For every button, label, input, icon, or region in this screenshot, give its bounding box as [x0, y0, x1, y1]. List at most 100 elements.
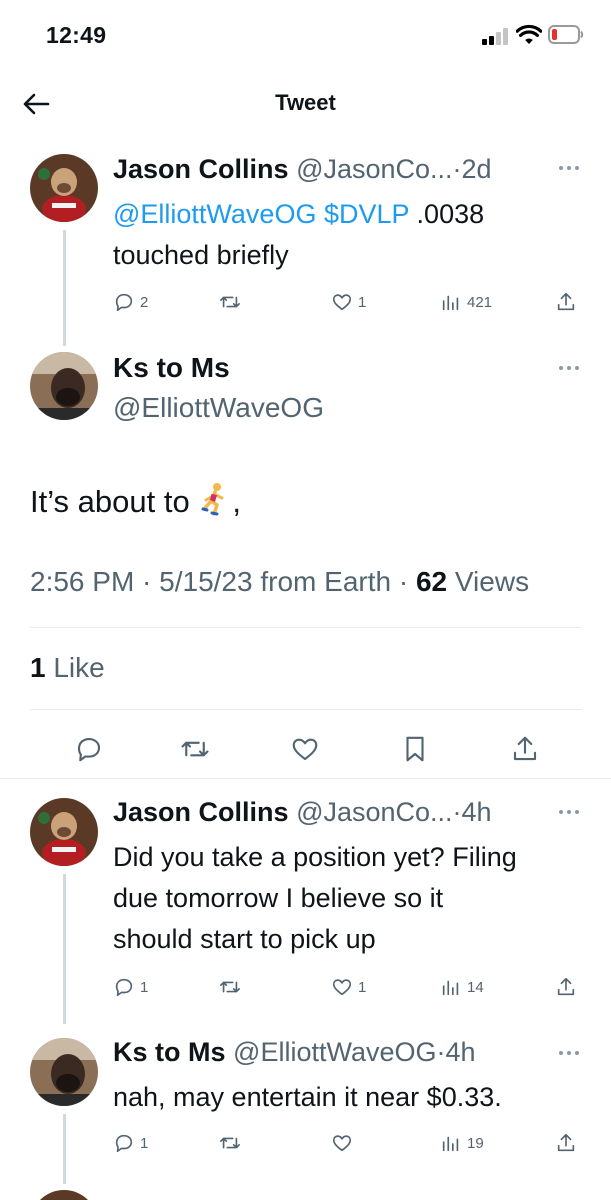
- more-icon[interactable]: [557, 1049, 581, 1057]
- reply-button[interactable]: 1: [113, 1130, 148, 1156]
- more-icon[interactable]: [557, 364, 581, 372]
- reply-button[interactable]: 2: [113, 289, 148, 315]
- retweet-icon: [181, 741, 209, 757]
- likes-label: Like: [45, 652, 105, 683]
- bookmark-icon: [406, 736, 424, 762]
- tweet-text-line2: touched briefly: [113, 240, 289, 270]
- runner-emoji: [201, 483, 224, 516]
- thread-line: [63, 1114, 66, 1184]
- views-count: 14: [467, 978, 484, 996]
- author-name[interactable]: Ks to Ms: [113, 1037, 226, 1067]
- retweet-button[interactable]: [219, 1130, 241, 1156]
- avatar[interactable]: [30, 1190, 98, 1200]
- like-count: 1: [358, 293, 367, 311]
- author-handle[interactable]: @ElliottWaveOG·4h: [233, 1037, 475, 1067]
- views-count: 62: [415, 566, 448, 597]
- tweet-author-line: Ks to Ms @ElliottWaveOG·4h: [113, 1037, 476, 1068]
- share-icon: [557, 1133, 575, 1152]
- status-bar: 12:49: [0, 0, 611, 70]
- views-icon: [442, 980, 459, 996]
- tweet-meta: 2:56 PM · 5/15/23 from Earth · 62 Views: [30, 566, 529, 598]
- divider: [30, 709, 582, 710]
- reply-count: 2: [140, 293, 149, 311]
- tweet-text: nah, may entertain it near $0.33.: [113, 1077, 502, 1118]
- tweet-text-body: It’s about to: [30, 484, 190, 519]
- share-button[interactable]: [555, 289, 577, 315]
- wifi-icon: [516, 24, 542, 44]
- like-button[interactable]: [331, 1130, 358, 1156]
- author-name[interactable]: Ks to Ms: [113, 352, 230, 384]
- retweet-icon: [220, 981, 240, 993]
- more-icon[interactable]: [557, 164, 581, 172]
- retweet-icon: [220, 296, 240, 308]
- share-button[interactable]: [555, 1130, 577, 1156]
- tweet-text: @ElliottWaveOG $DVLP .0038 touched brief…: [113, 194, 484, 276]
- reply-count: 1: [140, 1134, 149, 1152]
- page-title: Tweet: [275, 90, 336, 115]
- like-icon: [332, 979, 352, 996]
- author-handle[interactable]: @JasonCo...·4h: [296, 797, 492, 827]
- divider: [30, 627, 582, 628]
- reply-icon: [115, 1134, 133, 1153]
- reply-count: 1: [140, 978, 149, 996]
- likes-count: 1: [30, 652, 46, 683]
- tweet-author-line: Jason Collins @JasonCo...·2d: [113, 154, 492, 185]
- views-button[interactable]: 14: [440, 974, 484, 1000]
- views-button[interactable]: 19: [440, 1130, 484, 1156]
- avatar[interactable]: [30, 352, 98, 420]
- author-handle[interactable]: @ElliottWaveOG: [113, 392, 324, 424]
- top-bar: Tweet: [0, 76, 611, 132]
- tweet-text-line: due tomorrow I believe so it: [113, 883, 444, 913]
- like-icon: [332, 294, 352, 311]
- reply-button[interactable]: 1: [113, 974, 148, 1000]
- main-tweet-actions: [0, 734, 611, 764]
- like-count: 1: [358, 978, 367, 996]
- cashtag-link[interactable]: $DVLP: [324, 199, 409, 229]
- like-button[interactable]: [290, 734, 320, 764]
- likes-summary[interactable]: 1 Like: [30, 652, 105, 684]
- reply-icon: [115, 293, 133, 312]
- share-button[interactable]: [510, 734, 540, 764]
- retweet-button[interactable]: [219, 974, 241, 1000]
- more-icon[interactable]: [557, 808, 581, 816]
- avatar[interactable]: [30, 798, 98, 866]
- signal-icon: [482, 28, 510, 45]
- share-button[interactable]: [555, 974, 577, 1000]
- share-icon: [513, 736, 537, 761]
- reply-icon: [77, 737, 101, 762]
- battery-icon: [548, 25, 584, 44]
- retweet-button[interactable]: [219, 289, 241, 315]
- retweet-icon: [220, 1137, 240, 1149]
- reply-button[interactable]: [74, 734, 104, 764]
- author-handle[interactable]: @JasonCo...·2d: [296, 154, 492, 184]
- views-icon: [442, 1136, 459, 1152]
- views-count: 421: [467, 293, 493, 311]
- divider: [0, 778, 611, 779]
- like-icon: [332, 1135, 352, 1152]
- like-button[interactable]: 1: [331, 974, 366, 1000]
- retweet-button[interactable]: [180, 734, 210, 764]
- like-button[interactable]: 1: [331, 289, 366, 315]
- tweet-text-line: Did you take a position yet? Filing: [113, 842, 517, 872]
- like-icon: [292, 738, 318, 761]
- tweet-text-rest: .0038: [416, 199, 485, 229]
- avatar[interactable]: [30, 154, 98, 222]
- share-icon: [557, 292, 575, 311]
- mention-link[interactable]: @ElliottWaveOG: [113, 199, 316, 229]
- tweet-text-suffix: ,: [232, 484, 241, 519]
- tweet-text-line: nah, may entertain it near $0.33.: [113, 1082, 502, 1112]
- tweet-actions: 1 19: [113, 1130, 583, 1156]
- bookmark-button[interactable]: [400, 734, 430, 764]
- views-button[interactable]: 421: [440, 289, 492, 315]
- status-time: 12:49: [46, 22, 107, 48]
- author-name[interactable]: Jason Collins: [113, 797, 289, 827]
- avatar[interactable]: [30, 1038, 98, 1106]
- author-name[interactable]: Jason Collins: [113, 154, 289, 184]
- tweet-text-line: should start to pick up: [113, 924, 376, 954]
- tweet-actions: 2 1 421: [113, 289, 583, 315]
- thread-line: [63, 230, 66, 346]
- views-count: 19: [467, 1134, 484, 1152]
- thread-line: [63, 874, 66, 1024]
- reply-icon: [115, 978, 133, 997]
- tweet-text: It’s about to ,: [30, 482, 241, 520]
